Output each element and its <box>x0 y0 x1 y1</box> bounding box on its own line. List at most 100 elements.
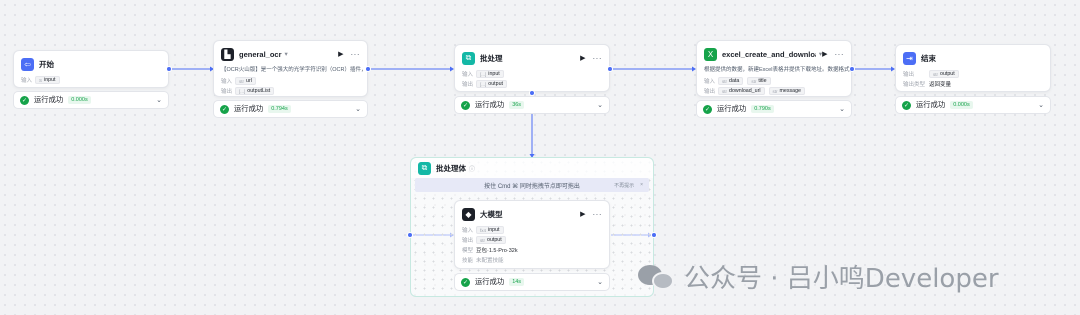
excel-out-port[interactable] <box>849 66 855 72</box>
param-type: [...] <box>239 88 246 94</box>
input-row: 输入 Sinput <box>14 75 168 85</box>
more-icon[interactable]: ··· <box>593 210 603 219</box>
outputs-label: 输出 <box>462 82 474 88</box>
end-status[interactable]: ✓ 运行成功 0.000s ⌄ <box>895 96 1051 114</box>
param-name: input <box>44 77 56 83</box>
param-tag: str download_url <box>718 87 765 95</box>
more-icon[interactable]: ··· <box>593 54 603 63</box>
node-title: 开始 <box>39 59 54 69</box>
llm-node[interactable]: ◆ 大模型 ▶ ··· 输入 fx4 input 输出 str output 模型 … <box>454 200 610 269</box>
param-type: S <box>39 77 43 83</box>
time-badge: 36s <box>509 101 525 109</box>
param-type: str <box>480 237 485 243</box>
more-icon[interactable]: ··· <box>835 50 845 59</box>
skill-row: 技能 未配置技能 <box>455 255 609 265</box>
batch-icon: ⧉ <box>418 161 431 175</box>
llm-status[interactable]: ✓ 运行成功 14s ⌄ <box>454 273 610 291</box>
start-status[interactable]: ✓ 运行成功 0.000s ⌄ <box>13 91 169 109</box>
node-description: 【OCR火山版】是一个强大的光学字符识别（OCR）插件，能... <box>221 67 367 73</box>
param-name: output <box>940 71 955 77</box>
output-row: 输出 [...] outputList <box>214 86 367 96</box>
time-badge: 0.000s <box>950 101 973 109</box>
outputs-label: 输出 <box>221 89 233 95</box>
drag-hint-bar: 按住 Cmd ⌘ 同时拖拽节点即可拖出 不再提示 × <box>415 178 649 192</box>
play-icon[interactable]: ▶ <box>822 50 827 58</box>
check-circle-icon: ✓ <box>461 277 470 287</box>
outputs-label: 输出 <box>903 72 915 78</box>
container-title: 批处理体 <box>436 163 466 173</box>
chevron-down-icon[interactable]: ⌄ <box>1038 101 1044 109</box>
end-node[interactable]: ⇥ 结束 输出 str output 输出类型 返回变量 <box>895 44 1051 92</box>
batch-node[interactable]: ⧉ 批处理 ▶ ··· 输入 [...] input 输出 [...] output <box>454 44 610 92</box>
param-type: [...] <box>480 81 487 87</box>
param-type: str <box>239 78 244 84</box>
param-type: str <box>772 88 778 94</box>
skill-label: 技能 <box>462 258 474 264</box>
play-icon[interactable]: ▶ <box>580 54 585 62</box>
chevron-down-icon[interactable]: ⌄ <box>355 105 361 113</box>
close-icon[interactable]: × <box>640 182 643 188</box>
check-circle-icon: ✓ <box>703 104 712 114</box>
status-text: 运行成功 <box>475 100 505 109</box>
param-tag: fx4 input <box>476 226 504 234</box>
outputs-label: 输出 <box>704 89 716 95</box>
skill-value: 未配置技能 <box>476 258 504 264</box>
wechat-logo-icon <box>638 263 676 291</box>
param-name: data <box>729 78 740 84</box>
play-icon[interactable]: ▶ <box>580 210 585 218</box>
chevron-down-icon[interactable]: ⌄ <box>156 96 162 104</box>
body-out-port[interactable] <box>651 232 657 238</box>
excel-status[interactable]: ✓ 运行成功 0.790s ⌄ <box>696 100 852 118</box>
param-name: outputList <box>247 88 271 94</box>
param-tag: [...] outputList <box>235 87 275 95</box>
batch-icon: ⧉ <box>462 51 475 65</box>
param-name: download_url <box>729 88 761 94</box>
chart-bars-icon: ▙ <box>221 47 234 61</box>
status-text: 运行成功 <box>717 104 747 113</box>
chevron-down-icon[interactable]: ⌄ <box>597 278 603 286</box>
chevron-down-icon[interactable]: ⌄ <box>839 105 845 113</box>
start-out-port[interactable] <box>166 66 172 72</box>
excel-node[interactable]: X excel_create_and_download ▾ ▶ ··· 根据提供… <box>696 40 852 97</box>
param-type: str <box>722 88 727 94</box>
time-badge: 0.790s <box>751 105 774 113</box>
node-title: excel_create_and_download <box>722 49 816 59</box>
info-icon[interactable]: ⓘ <box>469 164 475 173</box>
play-icon[interactable]: ▶ <box>338 50 343 58</box>
model-row: 模型 豆包·1.5·Pro·32k <box>455 245 609 255</box>
inputs-label: 输入 <box>462 228 474 234</box>
node-title: 批处理 <box>480 53 503 63</box>
chevron-down-icon[interactable]: ⌄ <box>597 101 603 109</box>
start-node[interactable]: ⇦ 开始 输入 Sinput <box>13 50 169 88</box>
ocr-node[interactable]: ▙ general_ocr ▾ ▶ ··· 【OCR火山版】是一个强大的光学字符… <box>213 40 368 97</box>
more-icon[interactable]: ··· <box>351 50 361 59</box>
param-tag: str title <box>747 77 771 85</box>
inputs-label: 输入 <box>221 79 233 85</box>
dismiss-hint-link[interactable]: 不再提示 <box>614 182 634 189</box>
batch-out-port[interactable] <box>607 66 613 72</box>
model-value: 豆包·1.5·Pro·32k <box>476 248 518 254</box>
drag-hint-text: 按住 Cmd ⌘ 同时拖拽节点即可拖出 <box>484 183 580 190</box>
param-tag: str output <box>929 70 959 78</box>
outputs-label: 输出 <box>462 238 474 244</box>
param-type: [...] <box>480 71 487 77</box>
param-name: url <box>246 78 252 84</box>
check-circle-icon: ✓ <box>220 104 229 114</box>
param-name: output <box>487 237 502 243</box>
output-row: 输出 str download_url str message <box>697 86 851 96</box>
node-description: 根据提供的数据，新建Excel表格并提供下载地址。数据格式支... <box>704 67 851 73</box>
param-tag: str data <box>718 77 744 85</box>
ocr-out-port[interactable] <box>365 66 371 72</box>
batch-status[interactable]: ✓ 运行成功 36s ⌄ <box>454 96 610 114</box>
status-text: 运行成功 <box>475 277 505 286</box>
param-name: title <box>758 78 767 84</box>
body-in-port[interactable] <box>407 232 413 238</box>
input-row: 输入 str url <box>214 76 367 86</box>
ocr-status[interactable]: ✓ 运行成功 0.794s ⌄ <box>213 100 368 118</box>
node-title: general_ocr <box>239 49 282 59</box>
param-tag: [...] output <box>476 80 507 88</box>
inputs-label: 输入 <box>21 78 33 84</box>
status-text: 运行成功 <box>234 104 264 113</box>
check-circle-icon: ✓ <box>461 100 470 110</box>
version-badge: ▾ <box>284 51 288 58</box>
